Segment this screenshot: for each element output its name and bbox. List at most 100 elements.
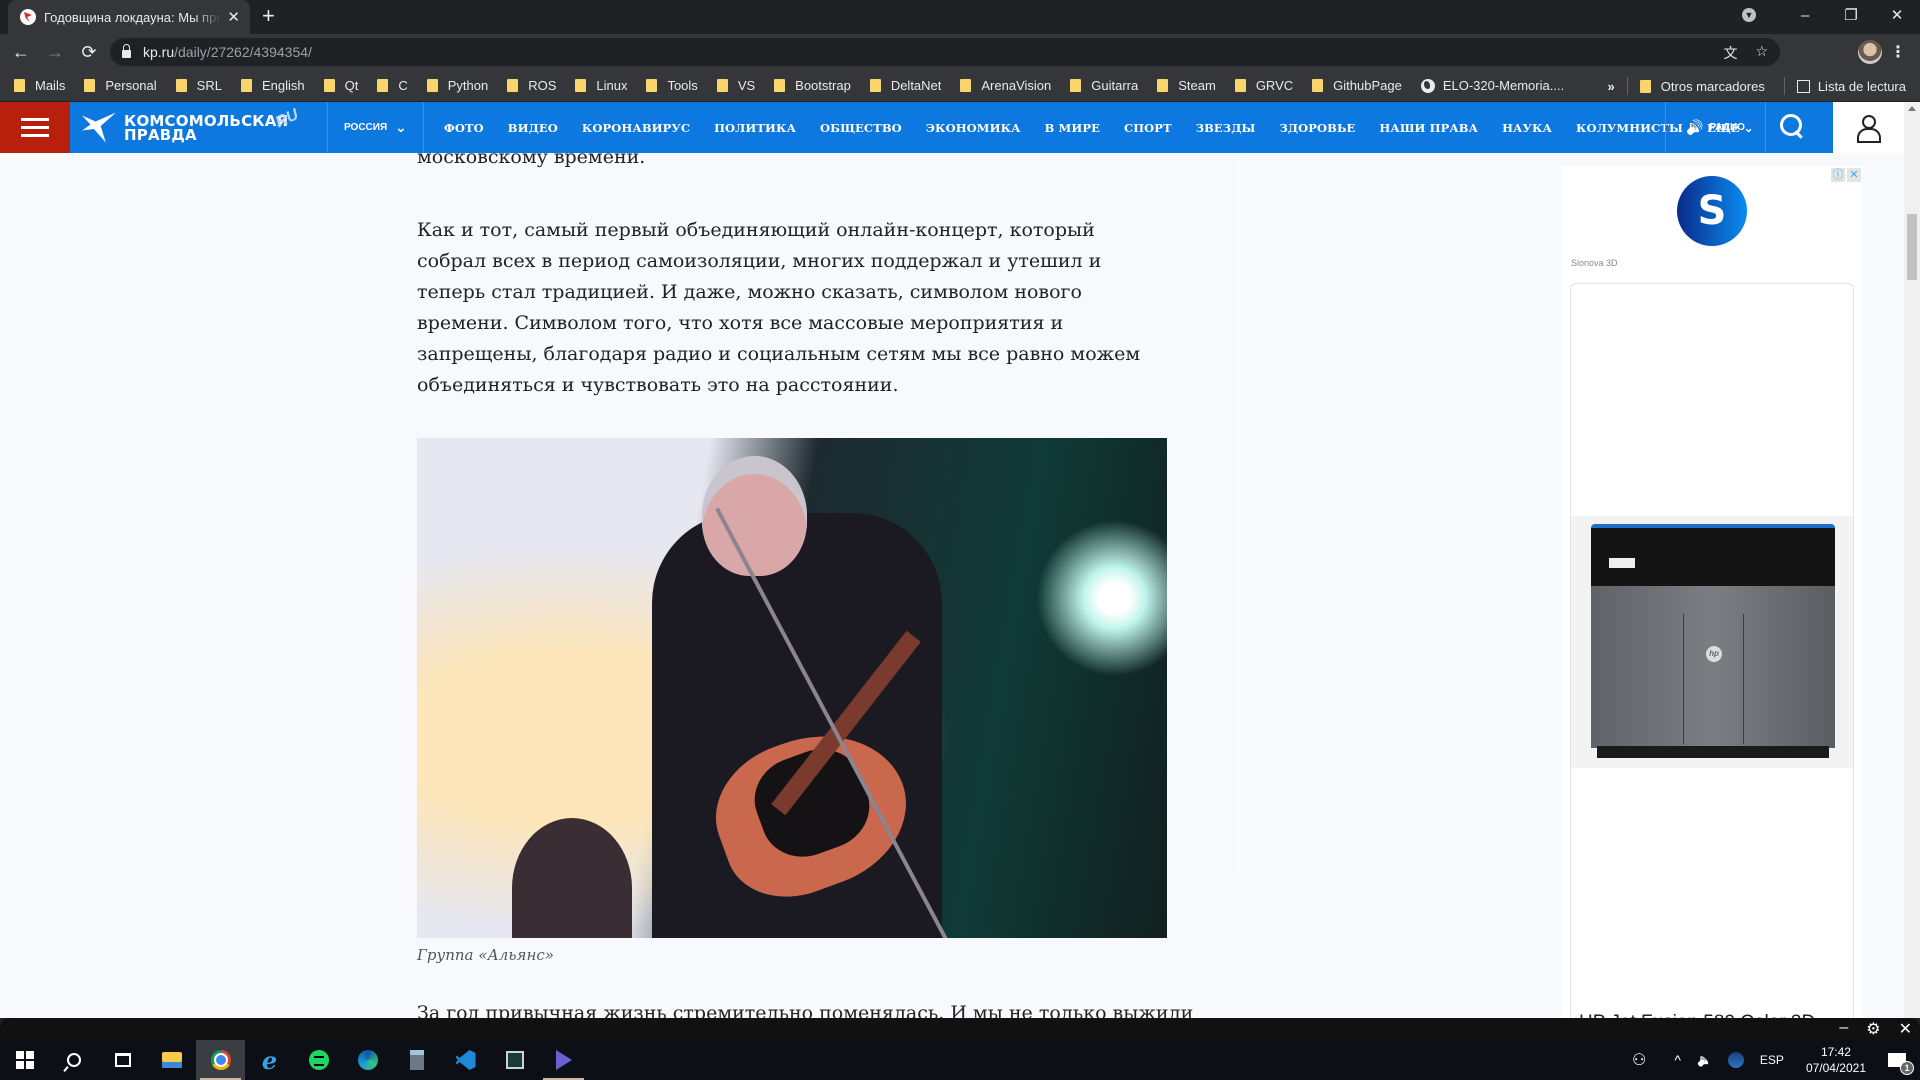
taskbar-spotify[interactable]	[294, 1040, 343, 1080]
edge-icon	[357, 1050, 378, 1070]
search-icon[interactable]	[1780, 114, 1806, 140]
nav-item[interactable]: СПОРТ	[1124, 121, 1172, 135]
radio-button[interactable]: 🔊 РАДИО	[1665, 102, 1766, 153]
bookmark-other-folder[interactable]: Otros marcadores	[1639, 79, 1765, 94]
taskbar-terminal[interactable]	[490, 1040, 539, 1080]
taskbar-internet-explorer[interactable]: e	[245, 1040, 294, 1080]
kp-favicon-icon	[20, 9, 36, 25]
folder-icon	[84, 79, 96, 92]
ad-banner[interactable]: ⓘ ✕ S Sionova 3D hp HP Jet Fusion 580 Co…	[1561, 166, 1863, 1018]
nav-item[interactable]: ФОТО	[444, 121, 484, 135]
bookmark-bootstrap[interactable]: Bootstrap	[774, 78, 851, 93]
region-selector[interactable]: РОССИЯ ⌄	[327, 102, 424, 153]
address-bar[interactable]: kp.ru /daily/27262/4394354/ 文 ☆	[110, 38, 1780, 66]
reading-list-button[interactable]: Lista de lectura	[1796, 79, 1906, 94]
nav-item[interactable]: ПОЛИТИКА	[714, 121, 796, 135]
nav-item[interactable]: ВИДЕО	[508, 121, 558, 135]
bookmark-mails[interactable]: Mails	[14, 78, 65, 93]
bookmark-deltanet[interactable]: DeltaNet	[869, 78, 941, 93]
minimize-icon[interactable]: –	[1839, 1019, 1848, 1039]
bookmark-githubpage[interactable]: GithubPage	[1312, 78, 1402, 93]
task-view-button[interactable]	[98, 1040, 147, 1080]
bookmark-guitarra[interactable]: Guitarra	[1070, 78, 1138, 93]
taskbar-edge[interactable]	[343, 1040, 392, 1080]
nav-item[interactable]: КОРОНАВИРУС	[582, 121, 690, 135]
bookmark-vs[interactable]: VS	[716, 78, 755, 93]
action-center-icon[interactable]: 1	[1888, 1053, 1914, 1075]
bookmarks-overflow-button[interactable]: »	[1608, 79, 1615, 94]
site-logo[interactable]: КОМСОМОЛЬСКАЯ ПРАВДА RU	[74, 102, 327, 153]
start-button[interactable]	[0, 1040, 49, 1080]
bookmark-label: English	[261, 78, 305, 93]
close-window-button[interactable]: ✕	[1874, 6, 1920, 24]
article-photo[interactable]	[417, 438, 1167, 938]
bookmark-arenavision[interactable]: ArenaVision	[960, 78, 1051, 93]
bookmark-elo-320-memoria[interactable]: ELO-320-Memoria....	[1420, 78, 1564, 93]
bookmark-label: GithubPage	[1333, 78, 1402, 93]
printer-door-line	[1743, 614, 1744, 744]
minimize-button[interactable]: –	[1782, 7, 1828, 24]
clock-time: 17:42	[1820, 1045, 1851, 1059]
browser-tab-active[interactable]: Годовщина локдауна: Мы прорвемся ✕	[8, 0, 250, 34]
bookmark-steam[interactable]: Steam	[1157, 78, 1216, 93]
ad-product-image[interactable]: hp	[1571, 516, 1853, 768]
taskbar-chrome[interactable]	[196, 1040, 245, 1080]
profile-avatar[interactable]	[1858, 40, 1882, 64]
bookmark-grvc[interactable]: GRVC	[1234, 78, 1293, 93]
close-icon[interactable]: ✕	[1899, 1019, 1912, 1039]
reload-button[interactable]: ⟳	[76, 39, 102, 65]
bookmark-qt[interactable]: Qt	[323, 78, 358, 93]
user-account-icon[interactable]	[1833, 102, 1904, 153]
nav-item[interactable]: В МИРЕ	[1045, 121, 1100, 135]
steam-tray-icon[interactable]	[1727, 1052, 1744, 1068]
taskbar-calculator[interactable]	[392, 1040, 441, 1080]
bookmark-c[interactable]: C	[377, 78, 408, 93]
bookmark-linux[interactable]: Linux	[575, 78, 627, 93]
advertiser-logo[interactable]: S	[1677, 176, 1747, 246]
back-button[interactable]: ←	[8, 39, 34, 65]
new-tab-button[interactable]: +	[262, 5, 275, 27]
input-language[interactable]: ESP	[1760, 1053, 1784, 1067]
taskbar-file-explorer[interactable]	[147, 1040, 196, 1080]
ad-info-icon[interactable]: ⓘ	[1831, 168, 1845, 182]
folder-icon	[1234, 79, 1246, 92]
profile-menu-icon[interactable]: ▼	[1742, 8, 1756, 22]
lock-icon[interactable]	[122, 44, 131, 58]
hamburger-menu-button[interactable]	[0, 102, 70, 153]
bookmark-python[interactable]: Python	[426, 78, 488, 93]
people-icon[interactable]: ⚇	[1632, 1050, 1646, 1070]
folder-icon	[377, 79, 389, 92]
system-clock[interactable]: 17:42 07/04/2021	[1806, 1044, 1866, 1076]
nav-item[interactable]: ЭКОНОМИКА	[926, 121, 1021, 135]
taskbar-search-button[interactable]	[49, 1040, 98, 1080]
settings-gear-icon[interactable]: ⚙	[1866, 1019, 1880, 1039]
forward-button[interactable]: →	[42, 39, 68, 65]
nav-item[interactable]: НАШИ ПРАВА	[1379, 121, 1478, 135]
nav-item[interactable]: НАУКА	[1502, 121, 1552, 135]
nav-item[interactable]: ОБЩЕСТВО	[820, 121, 902, 135]
scrollbar-thumb[interactable]	[1907, 214, 1917, 280]
ad-close-icon[interactable]: ✕	[1847, 168, 1861, 182]
show-hidden-icons-chevron-icon[interactable]: ^	[1674, 1052, 1681, 1068]
printer-door-line	[1683, 614, 1684, 744]
taskbar-vscode[interactable]	[441, 1040, 490, 1080]
restore-button[interactable]: ❐	[1828, 6, 1874, 24]
advertiser-name[interactable]: Sionova 3D	[1571, 258, 1618, 268]
translate-icon[interactable]: 文	[1723, 43, 1737, 63]
bookmark-english[interactable]: English	[240, 78, 305, 93]
browser-menu-icon[interactable]: ⋮	[1890, 42, 1906, 62]
bookmark-ros[interactable]: ROS	[507, 78, 556, 93]
scroll-up-arrow-icon[interactable]	[1908, 106, 1916, 111]
bookmark-personal[interactable]: Personal	[84, 78, 157, 93]
page-scrollbar[interactable]	[1904, 102, 1920, 1018]
taskbar-media-player[interactable]	[539, 1040, 588, 1080]
ad-product-card[interactable]: hp HP Jet Fusion 580 Color 3D	[1570, 283, 1854, 1018]
bookmark-srl[interactable]: SRL	[175, 78, 222, 93]
bookmark-star-icon[interactable]: ☆	[1755, 43, 1768, 63]
folder-icon	[240, 79, 252, 92]
volume-icon[interactable]: 🔈	[1697, 1053, 1712, 1067]
bookmark-tools[interactable]: Tools	[646, 78, 698, 93]
nav-item[interactable]: ЗВЕЗДЫ	[1196, 121, 1256, 135]
nav-item[interactable]: ЗДОРОВЬЕ	[1279, 121, 1355, 135]
tab-close-icon[interactable]: ✕	[227, 8, 240, 26]
